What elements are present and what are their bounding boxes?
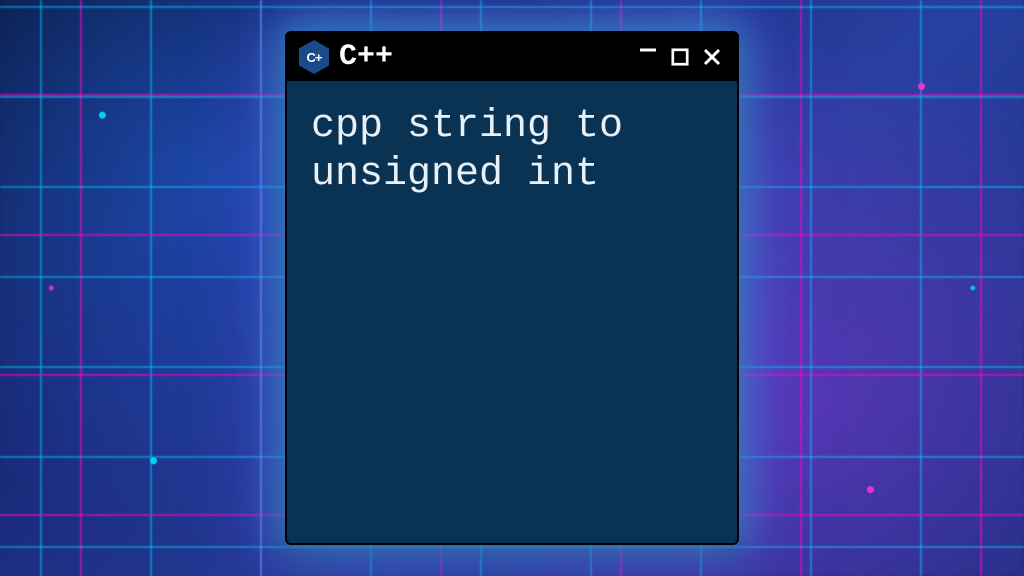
window-controls <box>635 44 725 70</box>
terminal-content: cpp string to unsigned int <box>287 81 737 543</box>
close-button[interactable] <box>699 44 725 70</box>
minimize-button[interactable] <box>635 44 661 70</box>
titlebar[interactable]: C+ C++ <box>287 33 737 81</box>
window-title: C++ <box>339 40 625 74</box>
cpp-icon: C+ <box>299 40 329 74</box>
icon-label: C+ <box>307 50 322 65</box>
terminal-window: C+ C++ cpp string to unsigned int <box>285 31 739 545</box>
maximize-button[interactable] <box>667 44 693 70</box>
